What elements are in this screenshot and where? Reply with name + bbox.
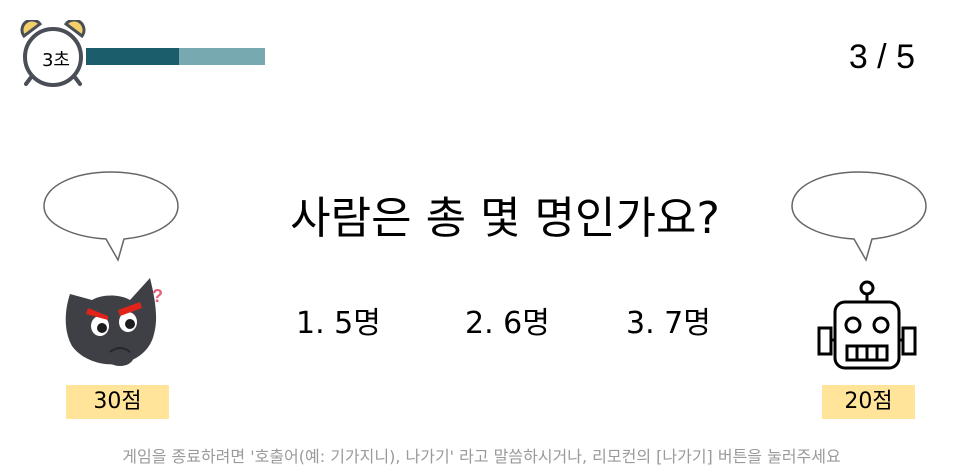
- exit-hint: 게임을 종료하려면 '호출어(예: 기가지니), 나가기' 라고 말씀하시거나,…: [122, 447, 841, 466]
- timer-progress-fill: [86, 48, 180, 65]
- player-speech-bubble: [43, 171, 179, 262]
- question-counter: 3 / 5: [848, 38, 915, 76]
- player-score: 30점: [66, 385, 169, 419]
- ai-score: 20점: [822, 385, 915, 419]
- timer-label: 3초: [41, 50, 70, 71]
- option-2[interactable]: 2. 6명: [465, 298, 550, 342]
- robot-icon: [817, 280, 917, 370]
- question-text: 사람은 총 몇 명인가요?: [290, 193, 720, 244]
- timer-progress-bar: [86, 48, 265, 65]
- option-3[interactable]: 3. 7명: [626, 298, 711, 342]
- svg-text:?: ?: [152, 286, 163, 306]
- timer: 3초: [18, 20, 90, 88]
- cat-icon: ?: [65, 278, 163, 366]
- option-1[interactable]: 1. 5명: [296, 298, 381, 342]
